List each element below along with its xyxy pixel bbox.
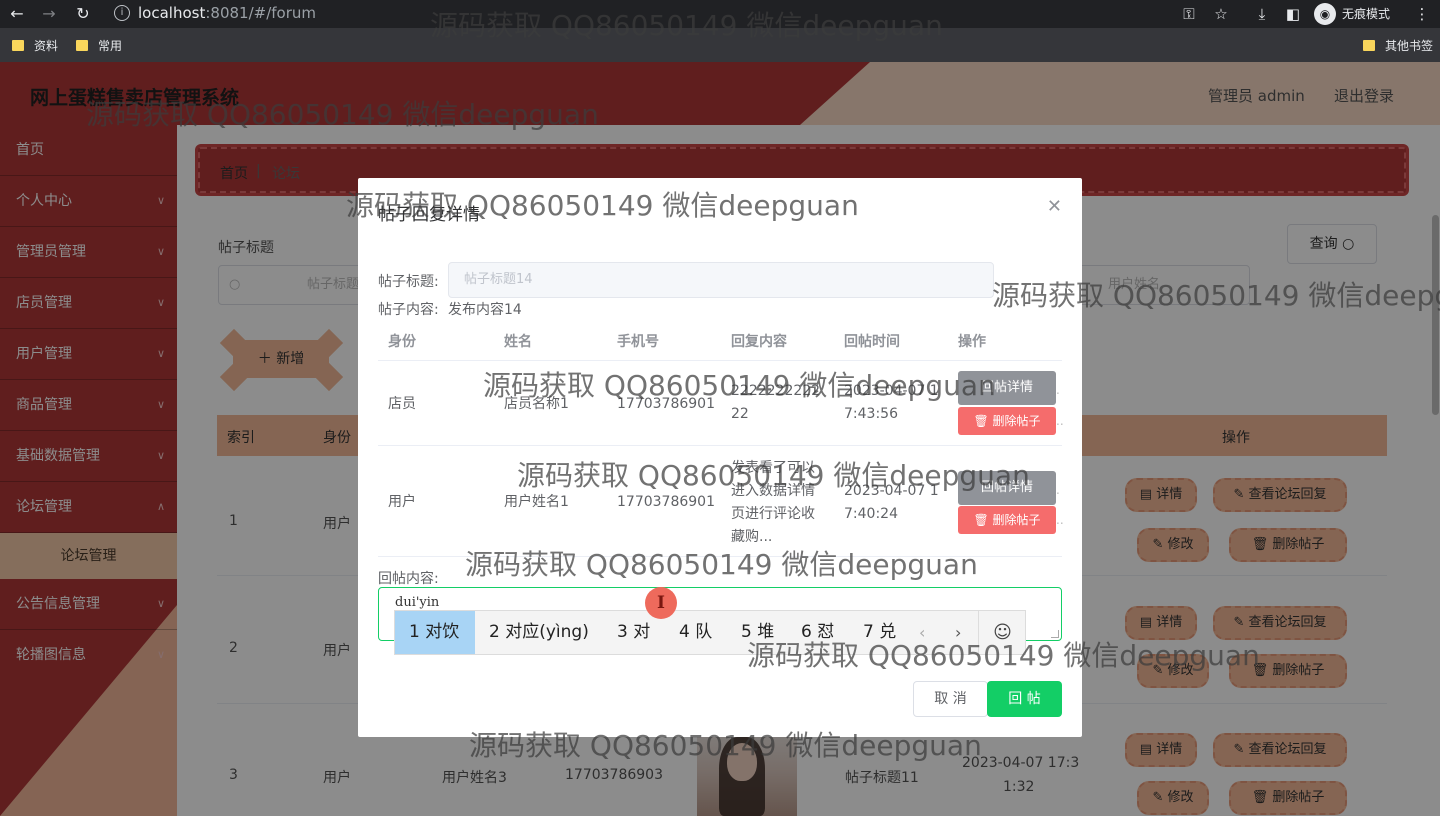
ime-prev-icon[interactable]: ‹ [919,611,925,654]
site-info-icon[interactable]: i [114,5,130,21]
submit-reply-button[interactable]: 回 帖 [987,681,1062,717]
ime-candidate-bar: 1 对饮 2 对应(yìng) 3 对 4 队 5 堆 6 怼 7 兑 ‹ › … [394,610,1026,655]
reply-role: 用户 [388,494,416,510]
overflow-indicator: .. [1056,513,1064,527]
overflow-indicator: . [1056,483,1060,497]
ime-candidate[interactable]: 2 对应(yìng) [475,611,603,654]
folder-icon [12,40,24,51]
ime-next-icon[interactable]: › [955,611,961,654]
address-bar[interactable]: i localhost:8081/#/forum [108,1,1188,26]
delete-post-button[interactable]: 🗑 删除帖子 [958,506,1056,534]
reply-phone: 17703786901 [617,494,715,510]
post-content-value: 发布内容14 [448,302,522,318]
ime-candidate[interactable]: 1 对饮 [395,611,475,654]
post-title-label: 帖子标题: [378,274,439,290]
post-content-label: 帖子内容: [378,302,439,318]
reply-role: 店员 [388,396,416,412]
reload-icon[interactable]: ↻ [72,3,94,25]
key-icon[interactable]: ⚿ [1178,3,1200,25]
other-bookmarks[interactable]: 其他书签 [1363,38,1433,54]
reply-name: 用户姓名1 [504,494,569,510]
delete-post-label: 删除帖子 [992,414,1041,428]
cancel-button[interactable]: 取 消 [913,681,988,717]
url-host: localhost [138,4,206,22]
incognito-icon: ◉ [1314,3,1336,25]
star-icon[interactable]: ☆ [1210,3,1232,25]
bookmark-folder[interactable]: 常用 [76,38,122,54]
post-title-value: 帖子标题14 [464,272,533,287]
other-bookmarks-label: 其他书签 [1385,39,1434,53]
menu-icon[interactable]: ⋮ [1411,3,1433,25]
text-cursor-icon: I [645,587,677,619]
forward-icon[interactable]: → [38,3,60,25]
col-role: 身份 [388,334,416,350]
resize-handle[interactable] [1051,630,1059,638]
reply-content-label: 回帖内容: [378,571,439,587]
ime-candidate[interactable]: 7 兑 [849,611,911,654]
reply-time-line2: 7:43:56 [844,406,898,422]
reply-content-line3: 页进行评论收 [731,506,815,522]
reply-content-line2: 进入数据详情 [731,483,815,499]
folder-icon [76,40,88,51]
col-ops: 操作 [958,334,986,350]
download-icon[interactable]: ⤓ [1251,3,1273,25]
folder-icon [1363,40,1375,51]
reply-time-line2: 7:40:24 [844,506,898,522]
dialog-title: 帖子回复详情 [378,205,480,225]
overflow-indicator: . [1056,383,1060,397]
sidepanel-icon[interactable]: ◧ [1282,3,1304,25]
reply-content-line1: 2222222222 [731,383,821,399]
reply-content-line2: 22 [731,406,749,422]
incognito-label: 无痕模式 [1342,7,1391,21]
reply-time-line1: 2023-04-07 1 [844,483,939,499]
dialog-row-divider [378,445,1062,446]
bookmark-label: 资料 [34,39,59,53]
reply-content-line1: 发表看了可以 [731,460,815,476]
reply-name: 店员名称1 [504,396,569,412]
reply-phone: 17703786901 [617,396,715,412]
col-content: 回复内容 [731,334,787,350]
dialog-row-divider [378,360,1062,361]
reply-detail-button[interactable]: 回帖详情 [958,471,1056,505]
back-icon[interactable]: ← [6,3,28,25]
ime-candidate[interactable]: 6 怼 [787,611,849,654]
col-phone: 手机号 [617,334,659,350]
delete-post-label: 删除帖子 [992,513,1041,527]
url-path: :8081/#/forum [205,4,316,22]
ime-candidate[interactable]: 5 堆 [727,611,789,654]
post-title-input: 帖子标题14 [448,262,994,298]
delete-post-button[interactable]: 🗑 删除帖子 [958,407,1056,435]
emoji-icon[interactable]: ☺ [978,611,1026,654]
reply-detail-button[interactable]: 回帖详情 [958,371,1056,405]
bookmarks-bar: 资料 常用 其他书签 [0,28,1440,62]
col-time: 回帖时间 [844,334,900,350]
incognito-indicator[interactable]: ◉ 无痕模式 [1314,2,1390,26]
bookmark-folder[interactable]: 资料 [12,38,58,54]
ime-candidate[interactable]: 4 队 [665,611,727,654]
reply-time-line1: 2023-04-07 1 [844,383,939,399]
close-icon[interactable]: ✕ [1047,196,1062,217]
reply-content-line4: 藏购... [731,529,773,545]
dialog-row-divider [378,556,1062,557]
overflow-indicator: .. [1056,414,1064,428]
reply-typed-text: dui'yin [395,595,440,610]
col-name: 姓名 [504,334,532,350]
bookmark-label: 常用 [98,39,123,53]
browser-toolbar: ← → ↻ i localhost:8081/#/forum ⚿ ☆ ⤓ ◧ ◉… [0,0,1440,28]
